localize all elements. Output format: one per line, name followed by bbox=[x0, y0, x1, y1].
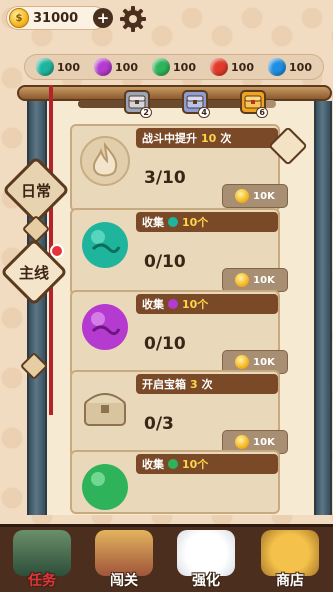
progress-fill bbox=[78, 100, 261, 108]
notification-dot bbox=[50, 244, 64, 258]
nav-label: 强化 bbox=[192, 573, 220, 589]
reward-amount: 10K bbox=[253, 356, 275, 368]
red-gem-icon bbox=[210, 58, 229, 76]
task-icon bbox=[76, 298, 134, 356]
coin-balance: $ 31000 + bbox=[6, 6, 113, 30]
reward-amount: 10K bbox=[253, 190, 275, 202]
gear-icon bbox=[120, 6, 146, 32]
task-card: 开启宝箱 3 次 0/3 10K bbox=[70, 370, 288, 458]
nav-label: 闯关 bbox=[110, 573, 138, 589]
gem-teal: 100 bbox=[36, 58, 80, 76]
gem-inventory: 100 100 100 100 100 bbox=[24, 54, 324, 80]
purple-gem-icon bbox=[94, 58, 113, 76]
green-orb-icon bbox=[82, 464, 128, 510]
claim-reward-button[interactable]: 10K bbox=[222, 268, 288, 292]
teal-gem-icon bbox=[168, 217, 178, 227]
green-gem-icon bbox=[168, 459, 178, 469]
gem-green: 100 bbox=[152, 58, 196, 76]
gem-amount: 100 bbox=[289, 60, 312, 74]
tab-label: 主线 bbox=[18, 263, 49, 282]
task-unit: 次 bbox=[220, 132, 232, 145]
task-card: 收集 10个 0/10 10K bbox=[70, 290, 288, 378]
coin-icon bbox=[235, 189, 250, 203]
purple-orb-icon bbox=[82, 304, 128, 350]
task-title-text: 收集 bbox=[142, 216, 164, 229]
task-title: 战斗中提升 10 次 bbox=[136, 128, 278, 148]
task-title: 收集 10个 bbox=[136, 294, 278, 314]
chest-count: 2 bbox=[140, 107, 152, 118]
gem-blue: 100 bbox=[268, 58, 312, 76]
task-progress: 3/10 bbox=[144, 168, 186, 188]
coin-icon bbox=[235, 355, 250, 369]
task-target: 10 bbox=[201, 131, 217, 145]
flame-icon bbox=[80, 136, 130, 186]
task-icon bbox=[76, 132, 134, 190]
nav-shop[interactable]: 商店 bbox=[250, 524, 330, 592]
task-target: 10个 bbox=[182, 298, 209, 311]
nav-upgrade[interactable]: 强化 bbox=[166, 524, 246, 592]
bottom-nav: 任务 闯关 强化 商店 bbox=[0, 524, 333, 592]
coin-icon bbox=[235, 273, 250, 287]
task-title-text: 开启宝箱 bbox=[142, 378, 186, 391]
task-title: 收集 10个 bbox=[136, 212, 278, 232]
gem-amount: 100 bbox=[115, 60, 138, 74]
teal-orb-icon bbox=[82, 222, 128, 268]
task-progress: 0/10 bbox=[144, 252, 186, 272]
gem-red: 100 bbox=[210, 58, 254, 76]
task-unit: 次 bbox=[201, 378, 213, 391]
claim-reward-button[interactable]: 10K bbox=[222, 184, 288, 208]
coin-icon bbox=[235, 435, 250, 449]
settings-button[interactable] bbox=[118, 4, 148, 34]
coin-icon: $ bbox=[9, 8, 29, 28]
gem-purple: 100 bbox=[94, 58, 138, 76]
chest-2-reward[interactable]: 2 bbox=[124, 90, 152, 118]
task-target: 10个 bbox=[182, 216, 209, 229]
task-title: 收集 10个 bbox=[136, 454, 278, 474]
task-target: 10个 bbox=[182, 458, 209, 471]
green-gem-icon bbox=[152, 58, 171, 76]
task-progress: 0/10 bbox=[144, 334, 186, 354]
tab-daily[interactable]: 日常 bbox=[2, 156, 70, 224]
nav-label: 任务 bbox=[28, 573, 56, 589]
reward-amount: 10K bbox=[253, 274, 275, 286]
chest-count: 4 bbox=[198, 107, 210, 118]
task-card: 战斗中提升 10 次 3/10 10K bbox=[70, 124, 288, 212]
task-icon bbox=[76, 216, 134, 274]
treasure-chest-icon bbox=[84, 393, 126, 426]
task-title-text: 战斗中提升 bbox=[142, 132, 197, 145]
chest-4-reward[interactable]: 4 bbox=[182, 90, 210, 118]
gem-amount: 100 bbox=[57, 60, 80, 74]
nav-tasks[interactable]: 任务 bbox=[2, 524, 82, 592]
reward-amount: 10K bbox=[253, 436, 275, 448]
chest-6-reward[interactable]: 6 bbox=[240, 90, 268, 118]
task-card: 收集 10个 bbox=[70, 450, 280, 514]
coin-amount: 31000 bbox=[33, 10, 79, 26]
nav-label: 商店 bbox=[276, 573, 304, 589]
task-icon bbox=[76, 378, 134, 436]
task-title-text: 收集 bbox=[142, 458, 164, 471]
task-title-text: 收集 bbox=[142, 298, 164, 311]
task-icon bbox=[76, 458, 134, 516]
scroll-rod-right bbox=[314, 101, 332, 515]
gem-amount: 100 bbox=[231, 60, 254, 74]
task-card: 收集 10个 0/10 10K bbox=[70, 208, 288, 296]
add-coins-button[interactable]: + bbox=[93, 8, 113, 28]
chest-count: 6 bbox=[256, 107, 268, 118]
nav-levels[interactable]: 闯关 bbox=[84, 524, 164, 592]
task-title: 开启宝箱 3 次 bbox=[136, 374, 278, 394]
task-target: 3 bbox=[190, 377, 198, 391]
scroll-rod-top bbox=[17, 85, 332, 101]
task-progress: 0/3 bbox=[144, 414, 174, 434]
gem-amount: 100 bbox=[173, 60, 196, 74]
blue-gem-icon bbox=[268, 58, 287, 76]
teal-gem-icon bbox=[36, 58, 55, 76]
tab-label: 日常 bbox=[20, 181, 51, 200]
purple-gem-icon bbox=[168, 299, 178, 309]
